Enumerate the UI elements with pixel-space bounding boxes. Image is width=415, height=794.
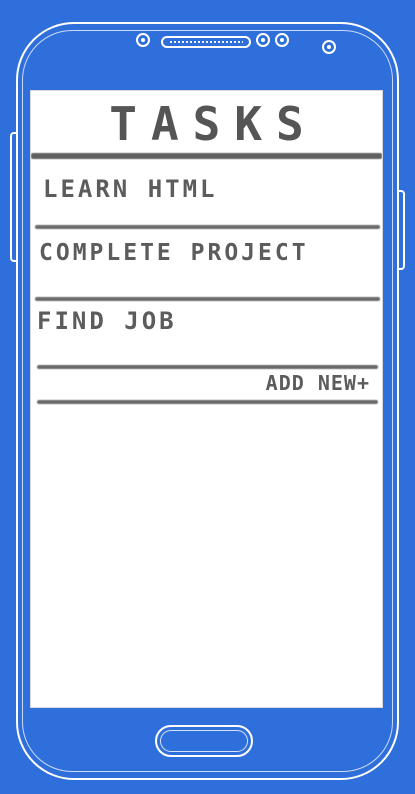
task-divider — [37, 365, 378, 369]
list-bottom-divider — [37, 400, 378, 404]
home-button[interactable] — [155, 725, 253, 757]
title-divider — [31, 153, 382, 159]
task-item[interactable]: COMPLETE PROJECT — [39, 239, 309, 267]
task-divider — [35, 225, 380, 229]
proximity-sensor-icon — [256, 33, 270, 47]
add-new-button[interactable]: ADD NEW+ — [266, 371, 370, 395]
earpiece-speaker — [161, 36, 251, 48]
secondary-camera-icon — [322, 40, 336, 54]
task-item[interactable]: FIND JOB — [37, 307, 177, 335]
front-camera-icon — [136, 33, 150, 47]
task-divider — [35, 297, 380, 301]
device-mockup: TASKS LEARN HTML COMPLETE PROJECT FIND J… — [0, 0, 415, 794]
page-title: TASKS — [109, 97, 318, 151]
light-sensor-icon — [275, 33, 289, 47]
power-button — [397, 190, 405, 270]
app-screen: TASKS LEARN HTML COMPLETE PROJECT FIND J… — [30, 90, 383, 708]
task-item[interactable]: LEARN HTML — [43, 175, 218, 203]
volume-button — [10, 132, 18, 262]
